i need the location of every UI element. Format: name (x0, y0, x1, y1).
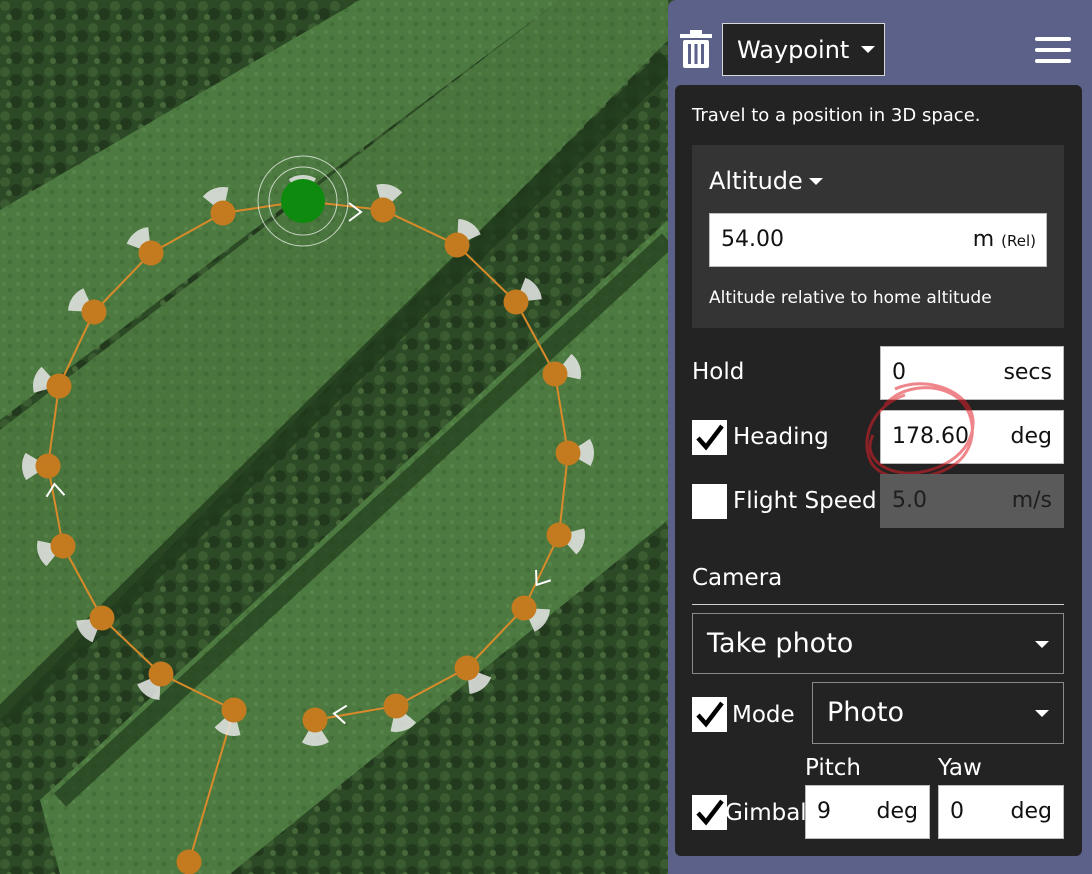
mode-label: Mode (732, 702, 795, 728)
altitude-help-text: Altitude relative to home altitude (709, 288, 992, 308)
altitude-unit: m (Rel) (973, 227, 1036, 252)
checkmark-icon (696, 799, 724, 826)
altitude-reference: (Rel) (1001, 232, 1036, 250)
waypoint-marker[interactable] (148, 661, 174, 687)
item-type-label: Waypoint (737, 35, 850, 64)
waypoint-marker[interactable] (503, 289, 529, 315)
mission-item-editor: Travel to a position in 3D space. Altitu… (675, 85, 1082, 856)
waypoint-marker[interactable] (302, 707, 328, 733)
gimbal-label: Gimbal (725, 800, 807, 826)
waypoint-marker[interactable] (89, 605, 115, 631)
yaw-value: 0 (950, 799, 964, 824)
yaw-label: Yaw (938, 755, 982, 781)
waypoint-marker[interactable] (555, 440, 581, 466)
mode-checkbox[interactable] (692, 697, 727, 732)
waypoint-marker[interactable] (138, 240, 164, 266)
camera-mode-dropdown[interactable]: Photo (812, 682, 1064, 744)
altitude-mode-dropdown[interactable]: Altitude (709, 167, 823, 195)
gimbal-checkbox[interactable] (692, 795, 727, 830)
chevron-down-icon (861, 46, 876, 53)
chevron-down-icon (808, 177, 823, 185)
altitude-section: Altitude 54.00 m (Rel) Altitude relative… (692, 145, 1064, 328)
camera-action-value: Take photo (707, 628, 854, 659)
pitch-unit: deg (876, 799, 918, 824)
hamburger-menu-icon[interactable] (1035, 37, 1071, 65)
yaw-input[interactable]: 0 deg (938, 785, 1064, 839)
hold-unit: secs (1003, 360, 1052, 385)
flight-speed-input[interactable]: 5.0 m/s (880, 474, 1064, 528)
selected-waypoint-marker[interactable] (281, 179, 325, 223)
trash-icon[interactable] (678, 30, 714, 70)
waypoint-marker[interactable] (210, 200, 236, 226)
chevron-down-icon (1035, 641, 1049, 648)
flight-speed-unit: m/s (1011, 488, 1052, 513)
heading-checkbox[interactable] (692, 420, 727, 455)
waypoint-marker[interactable] (454, 655, 480, 681)
altitude-input[interactable]: 54.00 m (Rel) (709, 213, 1047, 267)
camera-action-dropdown[interactable]: Take photo (692, 613, 1064, 674)
waypoint-marker[interactable] (370, 197, 396, 223)
camera-mode-value: Photo (827, 697, 905, 728)
waypoint-marker[interactable] (221, 697, 247, 723)
heading-unit: deg (1010, 424, 1052, 449)
waypoint-marker[interactable] (35, 453, 61, 479)
waypoint-marker[interactable] (511, 595, 537, 621)
waypoint-marker[interactable] (444, 232, 470, 258)
altitude-value: 54.00 (721, 227, 784, 252)
camera-section-label: Camera (692, 565, 783, 591)
pitch-label: Pitch (805, 755, 861, 781)
altitude-unit-label: m (972, 227, 995, 252)
waypoint-marker[interactable] (542, 361, 568, 387)
heading-label: Heading (733, 424, 829, 450)
waypoint-marker[interactable] (546, 522, 572, 548)
chevron-down-icon (1035, 710, 1049, 717)
item-description: Travel to a position in 3D space. (692, 105, 981, 126)
waypoint-marker[interactable] (383, 693, 409, 719)
flight-speed-value: 5.0 (892, 488, 927, 513)
divider (692, 604, 1064, 605)
flight-speed-checkbox[interactable] (692, 484, 727, 519)
yaw-unit: deg (1010, 799, 1052, 824)
pitch-input[interactable]: 9 deg (805, 785, 930, 839)
item-type-dropdown[interactable]: Waypoint (722, 23, 885, 76)
waypoint-marker[interactable] (50, 533, 76, 559)
waypoint-marker[interactable] (176, 849, 202, 874)
checkmark-icon (696, 424, 724, 451)
hold-label: Hold (692, 359, 745, 385)
flight-speed-label: Flight Speed (733, 488, 877, 514)
waypoint-marker[interactable] (81, 299, 107, 325)
waypoint-marker[interactable] (46, 373, 72, 399)
checkmark-icon (696, 701, 724, 728)
pitch-value: 9 (817, 799, 831, 824)
altitude-label: Altitude (709, 167, 803, 195)
